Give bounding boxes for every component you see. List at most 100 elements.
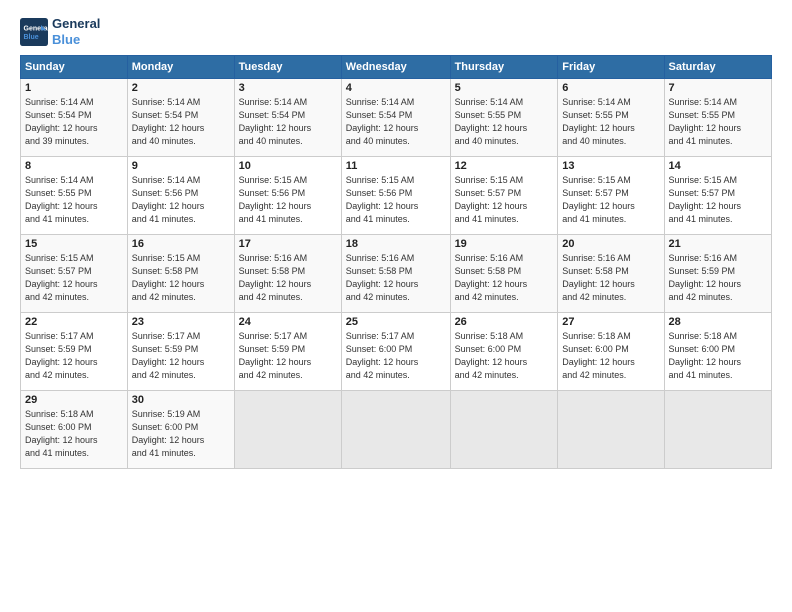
- day-number: 2: [132, 82, 230, 94]
- day-number: 20: [562, 238, 659, 250]
- day-number: 29: [25, 394, 123, 406]
- day-cell-29: 29 Sunrise: 5:18 AM Sunset: 6:00 PM Dayli…: [21, 391, 128, 469]
- day-number: 18: [346, 238, 446, 250]
- day-cell-21: 21 Sunrise: 5:16 AM Sunset: 5:59 PM Dayli…: [664, 235, 771, 313]
- day-cell-12: 12Sunrise: 5:15 AM Sunset: 5:57 PM Dayli…: [450, 157, 558, 235]
- day-cell-26: 26 Sunrise: 5:18 AM Sunset: 6:00 PM Dayli…: [450, 313, 558, 391]
- day-number: 23: [132, 316, 230, 328]
- empty-cell: [341, 391, 450, 469]
- day-number: 6: [562, 82, 659, 94]
- day-number: 9: [132, 160, 230, 172]
- day-info: Sunrise: 5:16 AM Sunset: 5:59 PM Dayligh…: [669, 252, 767, 304]
- day-cell-23: 23 Sunrise: 5:17 AM Sunset: 5:59 PM Dayli…: [127, 313, 234, 391]
- day-number: 26: [455, 316, 554, 328]
- day-cell-14: 14 Sunrise: 5:15 AM Sunset: 5:57 PM Dayli…: [664, 157, 771, 235]
- day-info: Sunrise: 5:14 AM Sunset: 5:55 PM Dayligh…: [669, 96, 767, 148]
- day-cell-19: 19 Sunrise: 5:16 AM Sunset: 5:58 PM Dayli…: [450, 235, 558, 313]
- empty-cell: [664, 391, 771, 469]
- header-row: SundayMondayTuesdayWednesdayThursdayFrid…: [21, 56, 772, 79]
- day-number: 10: [239, 160, 337, 172]
- day-info: Sunrise: 5:14 AM Sunset: 5:54 PM Dayligh…: [25, 96, 123, 148]
- day-info: Sunrise: 5:17 AM Sunset: 5:59 PM Dayligh…: [239, 330, 337, 382]
- day-number: 19: [455, 238, 554, 250]
- day-cell-18: 18 Sunrise: 5:16 AM Sunset: 5:58 PM Dayli…: [341, 235, 450, 313]
- day-info: Sunrise: 5:15 AM Sunset: 5:57 PM Dayligh…: [455, 174, 554, 226]
- week-row-3: 15 Sunrise: 5:15 AM Sunset: 5:57 PM Dayli…: [21, 235, 772, 313]
- header: General Blue General Blue: [20, 16, 772, 47]
- header-cell-saturday: Saturday: [664, 56, 771, 79]
- logo-icon: General Blue: [20, 18, 48, 46]
- day-number: 3: [239, 82, 337, 94]
- day-info: Sunrise: 5:14 AM Sunset: 5:54 PM Dayligh…: [132, 96, 230, 148]
- day-info: Sunrise: 5:16 AM Sunset: 5:58 PM Dayligh…: [239, 252, 337, 304]
- day-cell-16: 16 Sunrise: 5:15 AM Sunset: 5:58 PM Dayli…: [127, 235, 234, 313]
- header-cell-thursday: Thursday: [450, 56, 558, 79]
- day-info: Sunrise: 5:14 AM Sunset: 5:55 PM Dayligh…: [562, 96, 659, 148]
- day-number: 5: [455, 82, 554, 94]
- day-number: 27: [562, 316, 659, 328]
- header-cell-sunday: Sunday: [21, 56, 128, 79]
- day-info: Sunrise: 5:17 AM Sunset: 5:59 PM Dayligh…: [132, 330, 230, 382]
- header-cell-wednesday: Wednesday: [341, 56, 450, 79]
- week-row-1: 1 Sunrise: 5:14 AM Sunset: 5:54 PM Daylig…: [21, 79, 772, 157]
- day-info: Sunrise: 5:15 AM Sunset: 5:56 PM Dayligh…: [346, 174, 446, 226]
- empty-cell: [234, 391, 341, 469]
- day-info: Sunrise: 5:18 AM Sunset: 6:00 PM Dayligh…: [669, 330, 767, 382]
- day-number: 1: [25, 82, 123, 94]
- day-number: 21: [669, 238, 767, 250]
- day-number: 17: [239, 238, 337, 250]
- day-info: Sunrise: 5:17 AM Sunset: 5:59 PM Dayligh…: [25, 330, 123, 382]
- day-number: 14: [669, 160, 767, 172]
- week-row-2: 8Sunrise: 5:14 AM Sunset: 5:55 PM Daylig…: [21, 157, 772, 235]
- day-info: Sunrise: 5:14 AM Sunset: 5:55 PM Dayligh…: [455, 96, 554, 148]
- day-cell-7: 7 Sunrise: 5:14 AM Sunset: 5:55 PM Daylig…: [664, 79, 771, 157]
- day-cell-11: 11 Sunrise: 5:15 AM Sunset: 5:56 PM Dayli…: [341, 157, 450, 235]
- day-info: Sunrise: 5:18 AM Sunset: 6:00 PM Dayligh…: [455, 330, 554, 382]
- day-info: Sunrise: 5:14 AM Sunset: 5:54 PM Dayligh…: [239, 96, 337, 148]
- day-info: Sunrise: 5:15 AM Sunset: 5:56 PM Dayligh…: [239, 174, 337, 226]
- day-info: Sunrise: 5:15 AM Sunset: 5:57 PM Dayligh…: [562, 174, 659, 226]
- day-info: Sunrise: 5:16 AM Sunset: 5:58 PM Dayligh…: [455, 252, 554, 304]
- day-info: Sunrise: 5:18 AM Sunset: 6:00 PM Dayligh…: [25, 408, 123, 460]
- day-number: 28: [669, 316, 767, 328]
- day-cell-28: 28 Sunrise: 5:18 AM Sunset: 6:00 PM Dayli…: [664, 313, 771, 391]
- day-cell-13: 13Sunrise: 5:15 AM Sunset: 5:57 PM Dayli…: [558, 157, 664, 235]
- header-cell-tuesday: Tuesday: [234, 56, 341, 79]
- day-number: 15: [25, 238, 123, 250]
- day-number: 4: [346, 82, 446, 94]
- day-cell-24: 24Sunrise: 5:17 AM Sunset: 5:59 PM Dayli…: [234, 313, 341, 391]
- day-cell-6: 6 Sunrise: 5:14 AM Sunset: 5:55 PM Daylig…: [558, 79, 664, 157]
- day-number: 30: [132, 394, 230, 406]
- day-info: Sunrise: 5:15 AM Sunset: 5:58 PM Dayligh…: [132, 252, 230, 304]
- day-info: Sunrise: 5:15 AM Sunset: 5:57 PM Dayligh…: [669, 174, 767, 226]
- day-cell-27: 27 Sunrise: 5:18 AM Sunset: 6:00 PM Dayli…: [558, 313, 664, 391]
- day-cell-25: 25 Sunrise: 5:17 AM Sunset: 6:00 PM Dayli…: [341, 313, 450, 391]
- day-info: Sunrise: 5:15 AM Sunset: 5:57 PM Dayligh…: [25, 252, 123, 304]
- day-cell-8: 8Sunrise: 5:14 AM Sunset: 5:55 PM Daylig…: [21, 157, 128, 235]
- header-cell-monday: Monday: [127, 56, 234, 79]
- day-cell-10: 10 Sunrise: 5:15 AM Sunset: 5:56 PM Dayli…: [234, 157, 341, 235]
- day-number: 11: [346, 160, 446, 172]
- day-cell-9: 9Sunrise: 5:14 AM Sunset: 5:56 PM Daylig…: [127, 157, 234, 235]
- day-info: Sunrise: 5:19 AM Sunset: 6:00 PM Dayligh…: [132, 408, 230, 460]
- calendar-table: SundayMondayTuesdayWednesdayThursdayFrid…: [20, 55, 772, 469]
- day-number: 22: [25, 316, 123, 328]
- day-number: 25: [346, 316, 446, 328]
- day-number: 8: [25, 160, 123, 172]
- calendar-page: General Blue General Blue SundayMondayTu…: [0, 0, 792, 612]
- svg-text:Blue: Blue: [24, 34, 39, 41]
- empty-cell: [450, 391, 558, 469]
- day-number: 7: [669, 82, 767, 94]
- day-info: Sunrise: 5:16 AM Sunset: 5:58 PM Dayligh…: [346, 252, 446, 304]
- logo: General Blue General Blue: [20, 16, 100, 47]
- week-row-5: 29 Sunrise: 5:18 AM Sunset: 6:00 PM Dayli…: [21, 391, 772, 469]
- day-cell-3: 3 Sunrise: 5:14 AM Sunset: 5:54 PM Daylig…: [234, 79, 341, 157]
- day-number: 16: [132, 238, 230, 250]
- day-info: Sunrise: 5:17 AM Sunset: 6:00 PM Dayligh…: [346, 330, 446, 382]
- week-row-4: 22 Sunrise: 5:17 AM Sunset: 5:59 PM Dayli…: [21, 313, 772, 391]
- day-cell-2: 2 Sunrise: 5:14 AM Sunset: 5:54 PM Daylig…: [127, 79, 234, 157]
- day-info: Sunrise: 5:16 AM Sunset: 5:58 PM Dayligh…: [562, 252, 659, 304]
- day-cell-1: 1 Sunrise: 5:14 AM Sunset: 5:54 PM Daylig…: [21, 79, 128, 157]
- day-cell-15: 15 Sunrise: 5:15 AM Sunset: 5:57 PM Dayli…: [21, 235, 128, 313]
- day-info: Sunrise: 5:18 AM Sunset: 6:00 PM Dayligh…: [562, 330, 659, 382]
